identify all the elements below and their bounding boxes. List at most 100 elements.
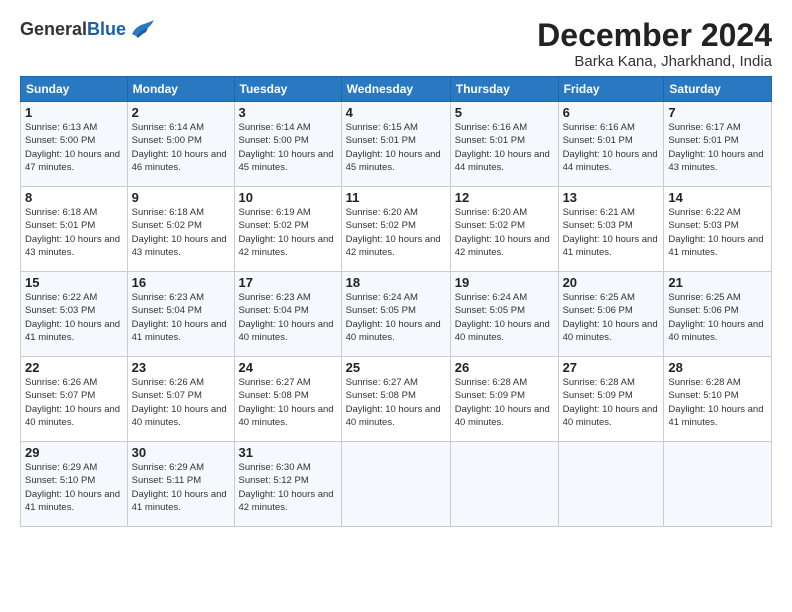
day-number: 27 [563,360,660,375]
day-cell: 23 Sunrise: 6:26 AMSunset: 5:07 PMDaylig… [127,357,234,442]
calendar-body: 1 Sunrise: 6:13 AMSunset: 5:00 PMDayligh… [21,102,772,527]
day-cell: 4 Sunrise: 6:15 AMSunset: 5:01 PMDayligh… [341,102,450,187]
day-number: 31 [239,445,337,460]
day-cell: 16 Sunrise: 6:23 AMSunset: 5:04 PMDaylig… [127,272,234,357]
calendar-header: Sunday Monday Tuesday Wednesday Thursday… [21,77,772,102]
day-info: Sunrise: 6:30 AMSunset: 5:12 PMDaylight:… [239,462,334,513]
day-info: Sunrise: 6:16 AMSunset: 5:01 PMDaylight:… [455,122,550,173]
title-area: December 2024 Barka Kana, Jharkhand, Ind… [537,18,772,70]
day-cell: 21 Sunrise: 6:25 AMSunset: 5:06 PMDaylig… [664,272,772,357]
day-cell [664,442,772,527]
day-number: 11 [346,190,446,205]
day-cell: 29 Sunrise: 6:29 AMSunset: 5:10 PMDaylig… [21,442,128,527]
day-number: 2 [132,105,230,120]
day-number: 5 [455,105,554,120]
day-cell: 3 Sunrise: 6:14 AMSunset: 5:00 PMDayligh… [234,102,341,187]
day-number: 22 [25,360,123,375]
logo-general: General [20,19,87,39]
day-cell: 1 Sunrise: 6:13 AMSunset: 5:00 PMDayligh… [21,102,128,187]
day-info: Sunrise: 6:18 AMSunset: 5:02 PMDaylight:… [132,207,227,258]
day-info: Sunrise: 6:26 AMSunset: 5:07 PMDaylight:… [25,377,120,428]
day-number: 8 [25,190,123,205]
day-number: 24 [239,360,337,375]
day-number: 9 [132,190,230,205]
day-cell [558,442,664,527]
col-monday: Monday [127,77,234,102]
day-cell: 24 Sunrise: 6:27 AMSunset: 5:08 PMDaylig… [234,357,341,442]
col-wednesday: Wednesday [341,77,450,102]
location-subtitle: Barka Kana, Jharkhand, India [537,53,772,70]
day-info: Sunrise: 6:20 AMSunset: 5:02 PMDaylight:… [346,207,441,258]
day-info: Sunrise: 6:28 AMSunset: 5:10 PMDaylight:… [668,377,763,428]
week-row-1: 1 Sunrise: 6:13 AMSunset: 5:00 PMDayligh… [21,102,772,187]
day-number: 21 [668,275,767,290]
day-cell: 8 Sunrise: 6:18 AMSunset: 5:01 PMDayligh… [21,187,128,272]
day-info: Sunrise: 6:18 AMSunset: 5:01 PMDaylight:… [25,207,120,258]
day-info: Sunrise: 6:13 AMSunset: 5:00 PMDaylight:… [25,122,120,173]
day-info: Sunrise: 6:17 AMSunset: 5:01 PMDaylight:… [668,122,763,173]
week-row-5: 29 Sunrise: 6:29 AMSunset: 5:10 PMDaylig… [21,442,772,527]
day-info: Sunrise: 6:19 AMSunset: 5:02 PMDaylight:… [239,207,334,258]
week-row-2: 8 Sunrise: 6:18 AMSunset: 5:01 PMDayligh… [21,187,772,272]
day-number: 18 [346,275,446,290]
day-info: Sunrise: 6:16 AMSunset: 5:01 PMDaylight:… [563,122,658,173]
logo-blue: Blue [87,19,126,39]
day-cell: 6 Sunrise: 6:16 AMSunset: 5:01 PMDayligh… [558,102,664,187]
day-info: Sunrise: 6:14 AMSunset: 5:00 PMDaylight:… [239,122,334,173]
day-number: 12 [455,190,554,205]
day-number: 7 [668,105,767,120]
day-number: 28 [668,360,767,375]
day-number: 30 [132,445,230,460]
day-number: 3 [239,105,337,120]
calendar-page: GeneralBlue December 2024 Barka Kana, Jh… [0,0,792,537]
col-tuesday: Tuesday [234,77,341,102]
day-cell: 10 Sunrise: 6:19 AMSunset: 5:02 PMDaylig… [234,187,341,272]
day-info: Sunrise: 6:15 AMSunset: 5:01 PMDaylight:… [346,122,441,173]
day-info: Sunrise: 6:23 AMSunset: 5:04 PMDaylight:… [132,292,227,343]
day-cell: 17 Sunrise: 6:23 AMSunset: 5:04 PMDaylig… [234,272,341,357]
day-cell: 7 Sunrise: 6:17 AMSunset: 5:01 PMDayligh… [664,102,772,187]
day-number: 6 [563,105,660,120]
day-number: 4 [346,105,446,120]
day-info: Sunrise: 6:23 AMSunset: 5:04 PMDaylight:… [239,292,334,343]
day-number: 16 [132,275,230,290]
day-number: 17 [239,275,337,290]
logo-text: GeneralBlue [20,19,126,40]
logo-bird-icon [128,18,156,40]
day-info: Sunrise: 6:26 AMSunset: 5:07 PMDaylight:… [132,377,227,428]
day-number: 15 [25,275,123,290]
day-number: 1 [25,105,123,120]
day-cell: 14 Sunrise: 6:22 AMSunset: 5:03 PMDaylig… [664,187,772,272]
day-cell: 11 Sunrise: 6:20 AMSunset: 5:02 PMDaylig… [341,187,450,272]
day-number: 29 [25,445,123,460]
day-number: 23 [132,360,230,375]
day-info: Sunrise: 6:27 AMSunset: 5:08 PMDaylight:… [239,377,334,428]
day-number: 26 [455,360,554,375]
header: GeneralBlue December 2024 Barka Kana, Jh… [20,18,772,70]
day-info: Sunrise: 6:22 AMSunset: 5:03 PMDaylight:… [25,292,120,343]
day-cell: 27 Sunrise: 6:28 AMSunset: 5:09 PMDaylig… [558,357,664,442]
day-info: Sunrise: 6:29 AMSunset: 5:11 PMDaylight:… [132,462,227,513]
day-cell: 31 Sunrise: 6:30 AMSunset: 5:12 PMDaylig… [234,442,341,527]
day-cell: 5 Sunrise: 6:16 AMSunset: 5:01 PMDayligh… [450,102,558,187]
day-info: Sunrise: 6:20 AMSunset: 5:02 PMDaylight:… [455,207,550,258]
day-cell: 9 Sunrise: 6:18 AMSunset: 5:02 PMDayligh… [127,187,234,272]
day-number: 13 [563,190,660,205]
day-number: 25 [346,360,446,375]
day-info: Sunrise: 6:29 AMSunset: 5:10 PMDaylight:… [25,462,120,513]
weekday-row: Sunday Monday Tuesday Wednesday Thursday… [21,77,772,102]
day-number: 19 [455,275,554,290]
day-cell [341,442,450,527]
day-cell: 30 Sunrise: 6:29 AMSunset: 5:11 PMDaylig… [127,442,234,527]
week-row-3: 15 Sunrise: 6:22 AMSunset: 5:03 PMDaylig… [21,272,772,357]
day-info: Sunrise: 6:27 AMSunset: 5:08 PMDaylight:… [346,377,441,428]
day-cell: 28 Sunrise: 6:28 AMSunset: 5:10 PMDaylig… [664,357,772,442]
logo: GeneralBlue [20,18,156,40]
col-sunday: Sunday [21,77,128,102]
day-number: 14 [668,190,767,205]
day-cell: 25 Sunrise: 6:27 AMSunset: 5:08 PMDaylig… [341,357,450,442]
day-info: Sunrise: 6:21 AMSunset: 5:03 PMDaylight:… [563,207,658,258]
day-number: 10 [239,190,337,205]
col-thursday: Thursday [450,77,558,102]
col-saturday: Saturday [664,77,772,102]
